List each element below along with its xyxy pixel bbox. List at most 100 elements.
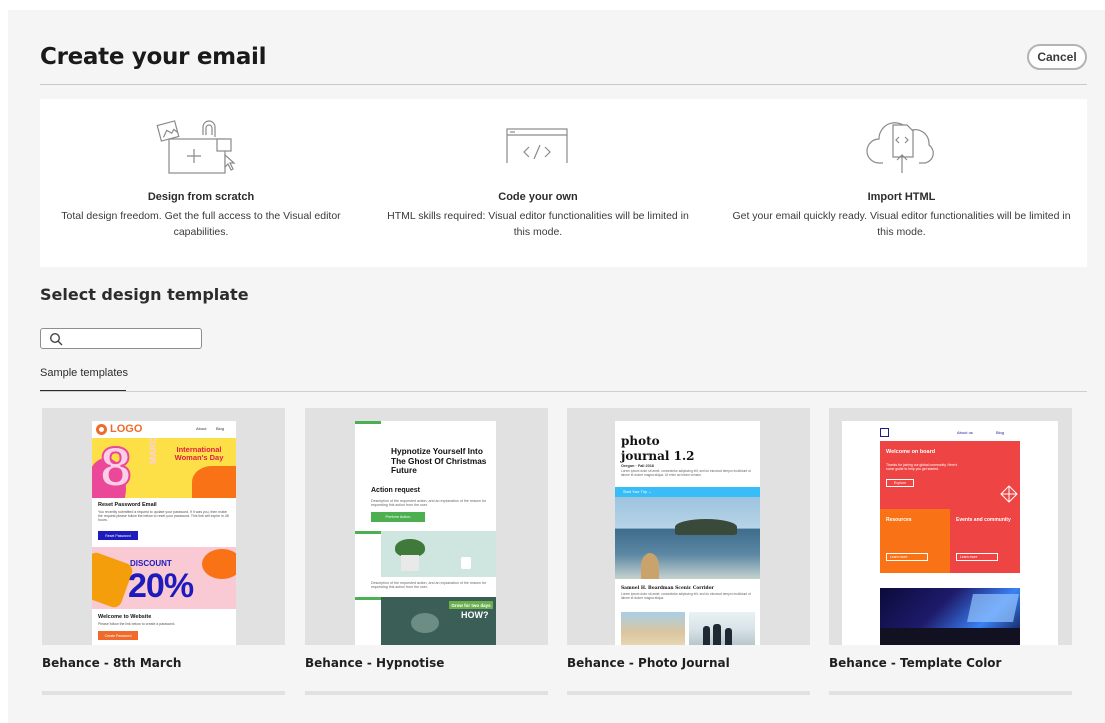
preview-people-photo <box>689 612 755 645</box>
template-search-input[interactable] <box>40 328 202 349</box>
preview-section-title: Welcome on board <box>886 449 936 455</box>
discount-shape <box>202 549 236 579</box>
preview-subtitle: Oregon · Fall 2018 <box>621 464 654 468</box>
photo-shape <box>641 553 659 579</box>
template-card-title: Behance - Hypnotise <box>305 656 445 670</box>
preview-banner: Grow for two days HOW? <box>381 597 496 645</box>
preview-title: journal 1.2 <box>621 449 695 463</box>
diamond-shape-icon <box>1000 485 1018 503</box>
preview-discount-block: DISCOUNT 20% <box>92 547 236 609</box>
photo-shape <box>411 613 439 633</box>
preview-big-number: 8 <box>99 438 132 498</box>
template-card-title: Behance - Photo Journal <box>567 656 730 670</box>
template-preview: About us Blog Welcome on board Thanks fo… <box>842 421 1058 645</box>
template-card-next-row <box>567 691 810 695</box>
preview-button: Reset Password <box>98 531 138 540</box>
photo-shape <box>703 626 710 645</box>
header-divider <box>40 84 1087 85</box>
tab-sample-templates[interactable]: Sample templates <box>40 367 128 379</box>
preview-banner-text: Grow for two days <box>449 601 493 609</box>
preview-welcome-block: Welcome on board Thanks for joining our … <box>880 441 1020 509</box>
creation-options: Design from scratch Total design freedom… <box>40 99 1087 267</box>
preview-section-title: Action request <box>371 487 421 494</box>
preview-accent <box>355 597 381 600</box>
option-title: Import HTML <box>867 191 936 203</box>
cancel-button[interactable]: Cancel <box>1027 44 1087 70</box>
preview-nav-item: About us <box>957 430 973 435</box>
preview-hero: 8 MARCH International Woman's Day <box>92 438 236 498</box>
template-card-next-row <box>42 691 285 695</box>
preview-events-block: Events and community Learn more <box>950 509 1020 573</box>
preview-section-title: Resources <box>886 517 912 523</box>
design-canvas-icon <box>153 115 249 186</box>
option-description: Total design freedom. Get the full acces… <box>61 210 341 238</box>
preview-title: photo <box>621 434 660 448</box>
preview-beach-photo <box>621 612 685 645</box>
cloud-upload-icon <box>865 115 939 182</box>
preview-headline: Hypnotize Yourself Into The Ghost Of Chr… <box>391 446 487 476</box>
template-preview: LOGO About Blog 8 MARCH International Wo… <box>92 421 236 645</box>
template-card-hypnotise[interactable]: Hypnotize Yourself Into The Ghost Of Chr… <box>305 408 548 645</box>
preview-accent <box>355 421 381 424</box>
preview-section-text: Thanks for joining our global community.… <box>886 463 958 472</box>
photo-shape <box>713 624 721 645</box>
preview-resources-block: Resources Learn more <box>880 509 950 573</box>
preview-accent <box>355 531 381 534</box>
photo-shape <box>401 555 419 571</box>
preview-caption-title: Samuel H. Boardman Scenic Corridor <box>621 586 714 591</box>
preview-nav-item: About <box>196 426 207 431</box>
template-card-next-row <box>305 691 548 695</box>
template-card-next-row <box>829 691 1072 695</box>
option-title: Design from scratch <box>147 191 255 203</box>
preview-button: Create Password <box>98 631 138 640</box>
photo-shape <box>461 557 471 569</box>
preview-button: Perform Action <box>371 512 425 522</box>
template-card-title: Behance - 8th March <box>42 656 182 670</box>
template-card-8th-march[interactable]: LOGO About Blog 8 MARCH International Wo… <box>42 408 285 645</box>
preview-section-text: You recently submitted a request to upda… <box>98 510 229 523</box>
preview-event-photo <box>880 588 1020 645</box>
preview-button: Learn more <box>886 553 928 561</box>
option-design-from-scratch[interactable]: Design from scratch Total design freedom… <box>40 99 362 267</box>
preview-section-title: Events and community <box>956 517 1011 523</box>
preview-button: Learn more <box>956 553 998 561</box>
preview-section-text: Description of the requested action, and… <box>371 581 487 590</box>
template-preview: Hypnotize Yourself Into The Ghost Of Chr… <box>355 421 496 645</box>
preview-intro: Lorem ipsum dolor sit amet, consectetur … <box>621 469 751 477</box>
preview-plant-photo <box>381 531 496 577</box>
page-title: Create your email <box>40 44 267 70</box>
photo-shape <box>880 628 1020 645</box>
preview-section-title: Welcome to Website <box>98 614 152 620</box>
option-import-html[interactable]: Import HTML Get your email quickly ready… <box>730 99 1073 267</box>
preview-logo: LOGO <box>110 423 143 435</box>
option-description: HTML skills required: Visual editor func… <box>387 210 689 238</box>
code-browser-icon <box>505 115 571 172</box>
preview-caption-text: Lorem ipsum dolor sit amet, consectetur … <box>621 592 751 600</box>
preview-coast-photo <box>615 497 760 579</box>
template-card-title: Behance - Template Color <box>829 656 1002 670</box>
template-card-photo-journal[interactable]: photo journal 1.2 Oregon · Fall 2018 Lor… <box>567 408 810 645</box>
photo-shape <box>967 594 1019 622</box>
photo-shape <box>675 519 737 535</box>
preview-discount-value: 20% <box>128 567 194 605</box>
preview-banner-text: HOW? <box>461 610 489 620</box>
preview-headline: International Woman's Day <box>174 445 224 462</box>
option-title: Code your own <box>498 191 578 203</box>
preview-vertical-word: MARCH <box>148 438 158 464</box>
preview-section-title: Reset Password Email <box>98 502 157 508</box>
preview-section-text: Description of the requested action, and… <box>371 499 487 508</box>
option-description: Get your email quickly ready. Visual edi… <box>732 210 1071 238</box>
template-card-template-color[interactable]: About us Blog Welcome on board Thanks fo… <box>829 408 1072 645</box>
preview-section-text: Please follow the link below to create a… <box>98 622 176 626</box>
preview-bar: Start Your Trip → <box>615 487 760 497</box>
tabs-divider <box>40 391 1087 392</box>
logo-mark <box>96 424 107 435</box>
photo-shape <box>725 628 732 645</box>
hero-shape <box>192 466 236 498</box>
search-icon <box>49 332 63 351</box>
preview-logo <box>880 428 889 437</box>
preview-nav-item: Blog <box>996 430 1005 435</box>
option-code-your-own[interactable]: Code your own HTML skills required: Visu… <box>386 99 690 267</box>
create-email-page: Create your email Cancel Design from scr… <box>0 0 1105 723</box>
preview-nav-item: Blog <box>216 426 225 431</box>
